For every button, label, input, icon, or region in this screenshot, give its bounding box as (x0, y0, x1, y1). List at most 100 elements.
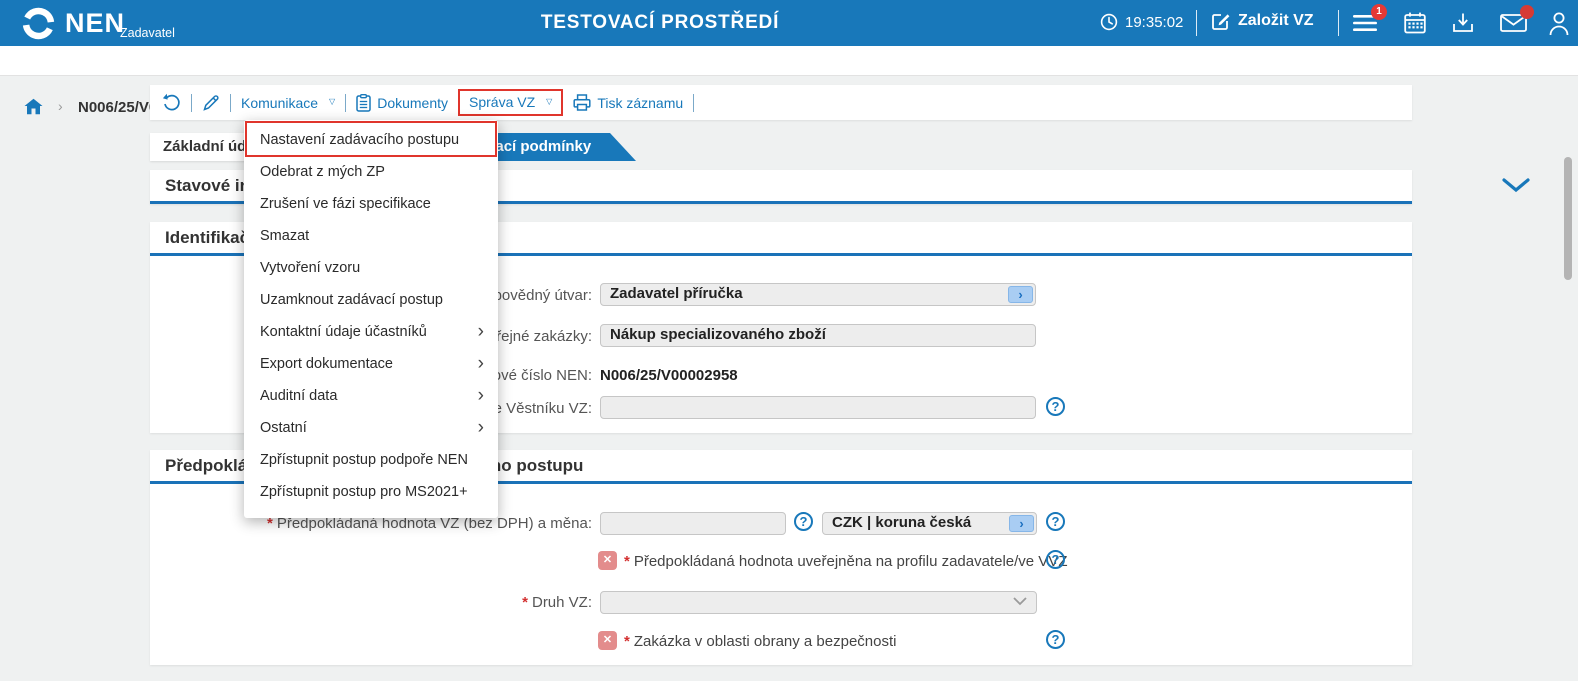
download-icon (1453, 13, 1473, 32)
header-divider (1196, 10, 1197, 36)
toolbar-tisk-zaznamu[interactable]: Tisk záznamu (573, 94, 683, 111)
clock: 19:35:02 (1100, 13, 1183, 31)
help-icon[interactable] (1046, 630, 1065, 649)
field-odpovedny-utvar[interactable]: Zadavatel příručka (600, 283, 1036, 306)
required-marker: * (522, 594, 528, 611)
menu-item-label: Odebrat z mých ZP (260, 164, 385, 180)
clock-time: 19:35:02 (1125, 13, 1184, 31)
open-picker-button[interactable] (1008, 286, 1033, 303)
home-button[interactable] (24, 98, 43, 115)
refresh-button[interactable] (162, 93, 181, 112)
create-vz-button[interactable]: Založit VZ (1211, 11, 1314, 31)
menu-item-label: Smazat (260, 228, 310, 244)
field-mena-value: CZK | koruna česká (832, 514, 972, 531)
application-window: NEN Zadavatel TESTOVACÍ PROSTŘEDÍ 19:35:… (0, 0, 1578, 681)
menu-item-label: Export dokumentace (260, 356, 393, 372)
menu-item-odebrat-z-mych-zp[interactable]: Odebrat z mých ZP (244, 156, 498, 188)
open-picker-button[interactable] (1009, 515, 1034, 532)
clock-icon (1100, 13, 1118, 31)
field-odpovedny-utvar-value: Zadavatel příručka (610, 285, 743, 302)
toolbar-dokumenty-label: Dokumenty (377, 94, 449, 111)
brand-subtitle: Zadavatel (120, 26, 175, 40)
label-zakazka-obrana: * Zakázka v oblasti obrany a bezpečnosti (624, 633, 897, 650)
menu-item-label: Auditní data (260, 388, 338, 404)
help-icon[interactable] (1046, 512, 1065, 531)
menu-item-kontaktni-udaje-ucastniku[interactable]: Kontaktní údaje účastníků (244, 316, 498, 348)
menu-item-ostatni[interactable]: Ostatní (244, 412, 498, 444)
chevron-down-icon (1502, 178, 1530, 193)
toolbar-divider (693, 93, 695, 112)
error-cross-icon (598, 551, 617, 570)
toolbar-komunikace[interactable]: Komunikace (241, 95, 335, 111)
field-mena[interactable]: CZK | koruna česká (822, 512, 1037, 535)
toolbar-sprava-vz-label: Správa VZ (469, 94, 536, 110)
download-button[interactable] (1452, 12, 1474, 34)
mail-notification-dot (1520, 5, 1534, 19)
select-chevron-icon (1013, 597, 1027, 606)
help-icon[interactable] (1046, 397, 1065, 416)
field-nazev-value: Nákup specializovaného zboží (610, 326, 826, 343)
field-predpokladana-hodnota[interactable] (600, 512, 786, 535)
help-icon[interactable] (794, 512, 813, 531)
menu-item-zruseni-ve-fazi-specifikace[interactable]: Zrušení ve fázi specifikace (244, 188, 498, 220)
menu-item-zpristupnit-postup-pro-ms2021[interactable]: Zpřístupnit postup pro MS2021+ (244, 476, 498, 508)
calendar-icon (1404, 12, 1426, 34)
header-divider (1338, 10, 1339, 36)
pencil-icon (203, 94, 219, 111)
environment-title: TESTOVACÍ PROSTŘEDÍ (540, 12, 780, 33)
toolbar-divider (230, 93, 231, 112)
printer-icon (573, 94, 591, 111)
required-marker: * (624, 553, 630, 570)
menu-item-auditni-data[interactable]: Auditní data (244, 380, 498, 412)
toolbar-komunikace-label: Komunikace (241, 94, 319, 111)
menu-item-label: Kontaktní údaje účastníků (260, 324, 427, 340)
value-cislo-nen: N006/25/V00002958 (600, 367, 738, 384)
clipboard-icon (356, 93, 371, 112)
toolbar-divider (345, 93, 347, 112)
create-vz-label: Založit VZ (1238, 12, 1314, 29)
label-druh-vz-text: Druh VZ: (531, 594, 592, 611)
menu-item-zpristupnit-postup-podpore-nen[interactable]: Zpřístupnit postup podpoře NEN (244, 444, 498, 476)
menu-item-label: Uzamknout zadávací postup (260, 292, 443, 308)
required-marker: * (624, 633, 630, 650)
app-header: NEN Zadavatel TESTOVACÍ PROSTŘEDÍ 19:35:… (0, 0, 1578, 46)
nen-logo[interactable]: NEN (20, 5, 125, 42)
brand-text: NEN (65, 8, 126, 38)
breadcrumb: › N006/25/V00002958 - Nákup specializova… (0, 46, 1578, 117)
menu-item-label: Zpřístupnit postup pro MS2021+ (260, 484, 468, 500)
menu-item-label: Zrušení ve fázi specifikace (260, 196, 431, 212)
select-druh-vz[interactable] (600, 591, 1037, 614)
sprava-vz-dropdown-menu: Nastavení zadávacího postupu Odebrat z m… (244, 120, 498, 518)
toolbar-divider (191, 93, 192, 112)
user-icon (1549, 12, 1569, 36)
menu-item-uzamknout-zadavaci-postup[interactable]: Uzamknout zadávací postup (244, 284, 498, 316)
field-nazev-verejne-zakazky[interactable]: Nákup specializovaného zboží (600, 324, 1036, 347)
toolbar-dokumenty[interactable]: Dokumenty (356, 93, 449, 112)
menu-item-label: Vytvoření vzoru (260, 260, 361, 276)
menu-item-nastaveni-zadavaciho-postupu[interactable]: Nastavení zadávacího postupu (244, 124, 498, 156)
error-cross-icon (598, 631, 617, 650)
label-hodnota-uverejnena: * Předpokládaná hodnota uveřejněna na pro… (624, 553, 1067, 570)
label-zakazka-obrana-text: Zakázka v oblasti obrany a bezpečnosti (633, 633, 897, 650)
edit-square-icon (1212, 14, 1230, 30)
menu-notification-badge: 1 (1371, 4, 1387, 20)
field-vestnik-vz[interactable] (600, 396, 1036, 419)
scrollbar-thumb[interactable] (1564, 157, 1572, 280)
calendar-button[interactable] (1404, 12, 1426, 34)
menu-item-label: Ostatní (260, 420, 307, 436)
menu-item-export-dokumentace[interactable]: Export dokumentace (244, 348, 498, 380)
menu-item-vytvoreni-vzoru[interactable]: Vytvoření vzoru (244, 252, 498, 284)
edit-record-button[interactable] (202, 94, 220, 112)
collapse-section-button[interactable] (1502, 178, 1530, 193)
home-icon (24, 98, 43, 115)
label-druh-vz: * Druh VZ: (300, 594, 592, 611)
menu-item-smazat[interactable]: Smazat (244, 220, 498, 252)
menu-item-label: Zpřístupnit postup podpoře NEN (260, 452, 468, 468)
user-profile-button[interactable] (1548, 11, 1570, 36)
toolbar-tisk-zaznamu-label: Tisk záznamu (597, 94, 684, 111)
breadcrumb-separator: › (58, 98, 63, 114)
toolbar-sprava-vz[interactable]: Správa VZ (458, 89, 564, 116)
help-icon[interactable] (1046, 550, 1065, 569)
label-hodnota-uverejnena-text: Předpokládaná hodnota uveřejněna na prof… (633, 553, 1068, 570)
menu-item-label: Nastavení zadávacího postupu (260, 132, 460, 148)
